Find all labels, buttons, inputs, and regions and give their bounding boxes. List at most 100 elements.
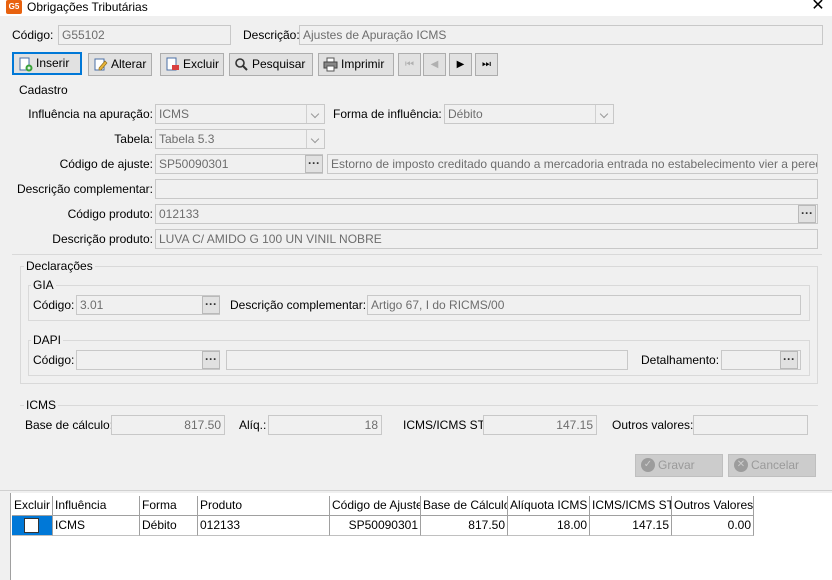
forma-label: Forma de influência: [333,107,442,121]
detalhamento-lookup-button[interactable]: ··· [780,351,798,369]
col-header-excluir[interactable]: Excluir [12,496,53,516]
codigo-produto-label: Código produto: [67,207,153,221]
gia-codigo-label: Código: [33,298,75,312]
insert-doc-icon [19,57,33,72]
cancel-circle-icon: ✕ [734,458,748,472]
pesquisar-label: Pesquisar [252,57,306,71]
inserir-button[interactable]: Inserir [12,52,82,75]
search-icon [235,58,248,71]
influencia-value: ICMS [159,107,189,121]
tabela-label: Tabela: [114,132,153,146]
row-produto-cell: 012133 [198,516,330,536]
window-title: Obrigações Tributárias [27,0,148,14]
row-aliquota-cell: 18.00 [508,516,590,536]
tabela-select[interactable]: Tabela 5.3 [155,129,325,149]
col-header-forma[interactable]: Forma [140,496,198,516]
chevron-down-icon [595,105,613,123]
row-codigo-cell: SP50090301 [330,516,421,536]
col-header-produto[interactable]: Produto [198,496,330,516]
printer-icon [323,57,338,72]
prev-icon: ◀ [430,59,439,70]
descricao-produto-field: LUVA C/ AMIDO G 100 UN VINIL NOBRE [155,229,818,249]
codigo-field[interactable]: G55102 [58,25,231,45]
cancelar-label: Cancelar [751,458,800,472]
base-calculo-label: Base de cálculo: [25,418,114,432]
forma-value: Débito [448,107,483,121]
icms-st-label: ICMS/ICMS ST: [403,418,488,432]
excluir-label: Excluir [183,57,220,71]
dapi-codigo-lookup-button[interactable]: ··· [202,351,220,369]
gravar-label: Gravar [658,458,695,472]
descricao-label: Descrição: [243,28,300,42]
gia-title: GIA [31,278,56,292]
forma-select[interactable]: Débito [444,104,614,124]
dapi-codigo-field[interactable] [76,350,220,370]
check-circle-icon: ✓ [641,458,655,472]
delete-doc-icon [166,57,179,71]
outros-valores-field[interactable] [693,415,808,435]
gia-desc-label: Descrição complementar: [230,298,367,312]
inserir-label: Inserir [36,56,70,70]
col-header-outros[interactable]: Outros Valores [672,496,754,516]
row-icms-cell: 147.15 [590,516,672,536]
last-record-button[interactable]: ⏭ [475,53,498,76]
pesquisar-button[interactable]: Pesquisar [229,53,313,76]
row-outros-cell: 0.00 [672,516,754,536]
codigo-produto-field[interactable]: 012133 [155,204,818,224]
close-icon[interactable]: ✕ [809,0,827,15]
excluir-checkbox[interactable] [24,518,39,533]
icms-st-field[interactable]: 147.15 [483,415,597,435]
aliquota-field[interactable]: 18 [268,415,382,435]
col-header-icms-st[interactable]: ICMS/ICMS ST [590,496,672,516]
gravar-button[interactable]: ✓ Gravar [635,454,723,477]
col-header-aliquota[interactable]: Alíquota ICMS [508,496,590,516]
imprimir-button[interactable]: Imprimir [318,53,394,76]
next-icon: ▶ [456,59,465,70]
excluir-button[interactable]: Excluir [160,53,224,76]
codigo-ajuste-descricao-field: Estorno de imposto creditado quando a me… [327,154,818,174]
descricao-produto-label: Descrição produto: [52,232,153,246]
desc-compl-label: Descrição complementar: [16,182,153,196]
dapi-title: DAPI [31,333,64,347]
col-header-influencia[interactable]: Influência [53,496,140,516]
codigo-produto-lookup-button[interactable]: ··· [798,205,816,223]
edit-doc-icon [94,58,108,71]
gia-codigo-lookup-button[interactable]: ··· [202,296,220,314]
row-base-cell: 817.50 [421,516,508,536]
dapi-desc-field[interactable] [226,350,628,370]
desc-compl-field[interactable] [155,179,818,199]
influencia-select[interactable]: ICMS [155,104,325,124]
outros-valores-label: Outros valores: [612,418,694,432]
gia-desc-field[interactable]: Artigo 67, I do RICMS/00 [367,295,801,315]
prev-record-button[interactable]: ◀ [423,53,446,76]
alterar-label: Alterar [111,57,147,71]
next-record-button[interactable]: ▶ [449,53,472,76]
row-influencia-cell: ICMS [53,516,140,536]
declaracoes-title: Declarações [24,259,95,273]
codigo-ajuste-lookup-button[interactable]: ··· [305,155,323,173]
app-logo-icon: G5 [6,0,22,14]
aliquota-label: Alíq.: [239,418,267,432]
row-excluir-cell[interactable] [12,516,53,536]
alterar-button[interactable]: Alterar [88,53,152,76]
row-forma-cell: Débito [140,516,198,536]
base-calculo-field[interactable]: 817.50 [111,415,225,435]
first-record-button[interactable]: ⏮ [398,53,421,76]
chevron-down-icon [306,105,324,123]
col-header-base-calculo[interactable]: Base de Cálculo [421,496,508,516]
tabela-value: Tabela 5.3 [159,132,215,146]
grid-separator [0,490,832,491]
codigo-label: Código: [12,28,54,42]
col-header-codigo-ajuste[interactable]: Código de Ajuste [330,496,421,516]
imprimir-label: Imprimir [341,57,385,71]
descricao-field[interactable]: Ajustes de Apuração ICMS [299,25,823,45]
gia-codigo-field[interactable]: 3.01 [76,295,220,315]
cancelar-button[interactable]: ✕ Cancelar [728,454,816,477]
icms-title: ICMS [24,398,58,412]
codigo-ajuste-field[interactable]: SP50090301 [155,154,323,174]
first-icon: ⏮ [405,59,414,70]
last-icon: ⏭ [482,59,491,70]
influencia-label: Influência na apuração: [28,107,153,121]
detalhamento-label: Detalhamento: [641,353,720,367]
codigo-ajuste-label: Código de ajuste: [59,157,153,171]
